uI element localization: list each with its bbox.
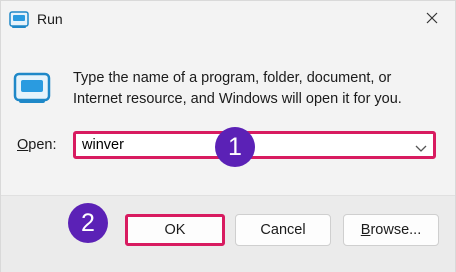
ok-button[interactable]: OK <box>125 214 225 246</box>
run-dialog: Run Type the name of a program, folder, … <box>0 0 456 272</box>
open-input[interactable]: winver <box>82 137 124 153</box>
title-bar: Run <box>1 1 455 39</box>
description-text: Type the name of a program, folder, docu… <box>73 70 402 107</box>
close-icon <box>426 11 438 29</box>
cancel-button[interactable]: Cancel <box>235 214 331 246</box>
browse-accesskey: B <box>360 222 371 238</box>
open-label-text: pen: <box>28 137 57 153</box>
browse-button[interactable]: Browse... <box>343 214 439 246</box>
run-icon <box>9 11 29 29</box>
open-label-accesskey: O <box>17 137 29 153</box>
run-icon <box>13 71 51 105</box>
step-badge-1: 1 <box>215 127 255 167</box>
step-badge-2: 2 <box>68 203 108 243</box>
window-title: Run <box>37 11 63 27</box>
button-bar: OK Cancel Browse... <box>1 195 455 272</box>
close-button[interactable] <box>421 9 443 31</box>
dialog-content: Type the name of a program, folder, docu… <box>1 39 455 195</box>
chevron-down-icon[interactable] <box>415 140 427 152</box>
open-label: Open: <box>17 137 57 153</box>
browse-label: rowse... <box>370 222 422 238</box>
